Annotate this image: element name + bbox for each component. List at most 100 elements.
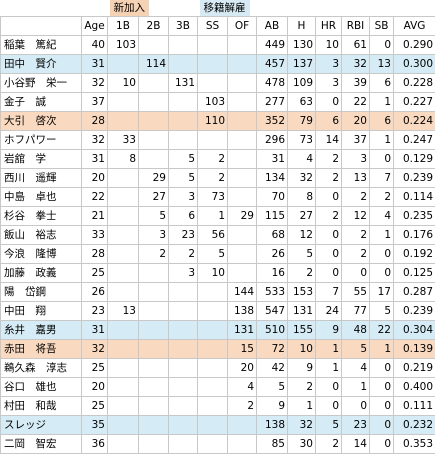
stat-3b-cell [169,112,198,131]
stat-ab-cell: 134 [257,169,288,188]
stat-of-cell [228,264,257,283]
header-hr: HR [316,17,342,36]
stat-3b-cell [169,340,198,359]
stat-sb-cell: 6 [370,112,394,131]
stat-2b-cell: 114 [139,55,169,74]
stat-2b-cell [139,302,169,321]
stat-age-cell: 31 [82,321,108,340]
stat-ss-cell: 56 [198,226,228,245]
player-name-cell: 二岡 智宏 [1,435,82,454]
stat-rbi-cell: 2 [342,226,370,245]
player-name-cell: スレッジ [1,416,82,435]
player-name-cell: 飯山 裕志 [1,226,82,245]
stat-1b-cell [108,397,139,416]
stat-sb-cell: 0 [370,264,394,283]
stat-2b-cell [139,264,169,283]
stat-h-cell: 32 [288,169,316,188]
stat-ab-cell: 510 [257,321,288,340]
stat-h-cell: 155 [288,321,316,340]
stat-h-cell: 63 [288,93,316,112]
stat-of-cell [228,169,257,188]
stat-of-cell [228,131,257,150]
stat-sb-cell: 0 [370,378,394,397]
stat-h-cell: 109 [288,74,316,93]
stat-hr-cell: 0 [316,188,342,207]
stat-1b-cell [108,93,139,112]
stat-ss-cell [198,55,228,74]
table-row: 加藤 政義253101620000.125 [1,264,435,283]
stat-ab-cell: 533 [257,283,288,302]
stat-of-cell [228,435,257,454]
stat-of-cell [228,55,257,74]
stats-table-body: 新加入 移籍解雇 Age1B2B3BSSOFABHHRRBISBAVG稲葉 篤紀… [1,0,435,454]
stat-h-cell: 32 [288,416,316,435]
player-name-cell: 大引 啓次 [1,112,82,131]
stat-rbi-cell: 77 [342,302,370,321]
stat-sb-cell: 17 [370,283,394,302]
player-name-cell: 村田 和哉 [1,397,82,416]
stat-2b-cell: 27 [139,188,169,207]
stat-h-cell: 1 [288,397,316,416]
stat-rbi-cell: 32 [342,55,370,74]
stat-rbi-cell: 5 [342,340,370,359]
stat-ab-cell: 115 [257,207,288,226]
stat-3b-cell [169,93,198,112]
header-sb: SB [370,17,394,36]
stat-avg-cell: 0.290 [394,36,435,55]
stat-rbi-cell: 61 [342,36,370,55]
stat-h-cell: 2 [288,378,316,397]
table-row: 杉谷 拳士21561291152721240.235 [1,207,435,226]
stat-hr-cell: 2 [316,169,342,188]
stat-hr-cell: 10 [316,36,342,55]
table-row: 稲葉 篤紀40103449130106100.290 [1,36,435,55]
stat-age-cell: 28 [82,245,108,264]
player-name-cell: 岩舘 学 [1,150,82,169]
stat-avg-cell: 0.232 [394,416,435,435]
stat-3b-cell: 3 [169,264,198,283]
stat-age-cell: 28 [82,112,108,131]
table-row: 岩舘 学318523142300.129 [1,150,435,169]
stat-h-cell: 10 [288,340,316,359]
stat-sb-cell: 0 [370,150,394,169]
stat-2b-cell [139,36,169,55]
stat-ss-cell [198,359,228,378]
stat-sb-cell: 0 [370,359,394,378]
stat-ab-cell: 26 [257,245,288,264]
stat-ab-cell: 478 [257,74,288,93]
stat-ab-cell: 70 [257,188,288,207]
stat-1b-cell [108,283,139,302]
stat-age-cell: 22 [82,188,108,207]
stat-ab-cell: 547 [257,302,288,321]
player-name-cell: 杉谷 拳士 [1,207,82,226]
stat-of-cell [228,226,257,245]
stat-age-cell: 31 [82,150,108,169]
stat-sb-cell: 1 [370,226,394,245]
stat-2b-cell [139,397,169,416]
stat-sb-cell: 1 [370,340,394,359]
stat-avg-cell: 0.287 [394,283,435,302]
stat-h-cell: 27 [288,207,316,226]
header-ss: SS [198,17,228,36]
stat-of-cell [228,36,257,55]
stat-ab-cell: 5 [257,378,288,397]
stat-2b-cell [139,340,169,359]
stat-1b-cell [108,169,139,188]
table-row: 中島 卓也22273737080220.114 [1,188,435,207]
stat-ab-cell: 457 [257,55,288,74]
stat-rbi-cell: 55 [342,283,370,302]
stat-2b-cell [139,150,169,169]
header-name [1,17,82,36]
stat-ss-cell: 110 [198,112,228,131]
stat-of-cell: 15 [228,340,257,359]
stat-age-cell: 21 [82,207,108,226]
stat-age-cell: 26 [82,283,108,302]
stat-ab-cell: 296 [257,131,288,150]
stat-ss-cell: 1 [198,207,228,226]
stat-rbi-cell: 22 [342,93,370,112]
stat-2b-cell [139,435,169,454]
stat-rbi-cell: 0 [342,397,370,416]
stat-3b-cell [169,378,198,397]
header-age: Age [82,17,108,36]
stat-ss-cell [198,36,228,55]
stat-h-cell: 30 [288,435,316,454]
